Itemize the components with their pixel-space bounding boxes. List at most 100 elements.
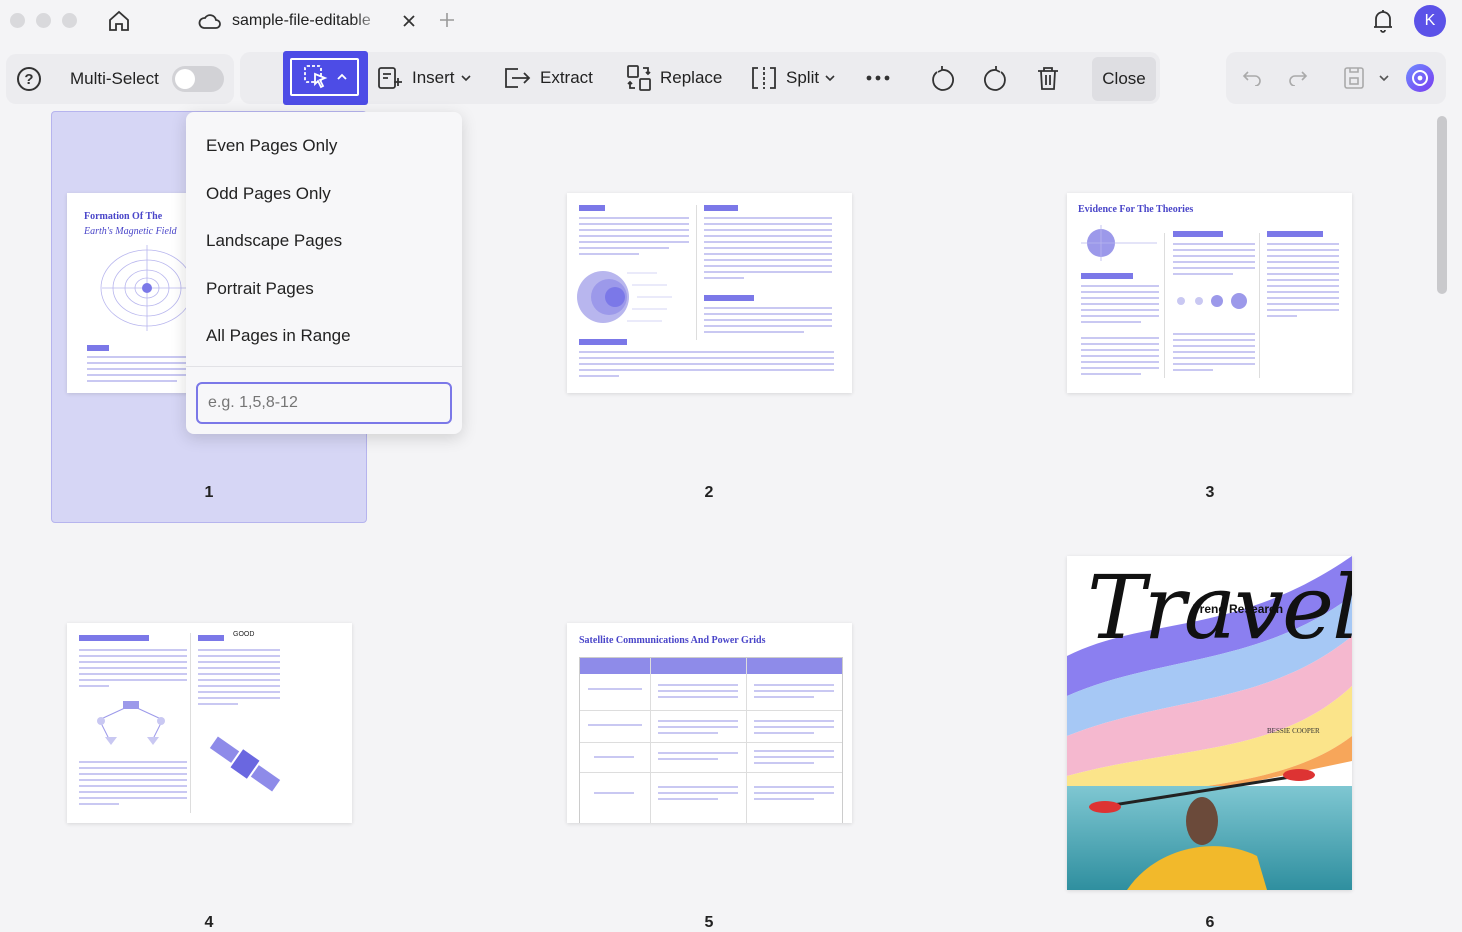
split-icon — [752, 67, 776, 89]
text-line — [1267, 309, 1339, 311]
close-button[interactable]: Close — [1092, 57, 1156, 101]
text-line — [704, 241, 832, 243]
text-line — [754, 696, 814, 698]
home-button[interactable] — [104, 6, 134, 36]
text-line — [1081, 337, 1159, 339]
rotate-left-button[interactable] — [926, 62, 958, 94]
help-button[interactable]: ? — [17, 67, 41, 91]
text-line — [1081, 361, 1159, 363]
text-line — [579, 217, 689, 219]
text-line — [754, 726, 834, 728]
text-line — [1173, 351, 1255, 353]
text-line — [594, 792, 634, 794]
text-line — [1173, 333, 1255, 335]
extract-button[interactable]: Extract — [502, 62, 593, 94]
page-thumbnail-6[interactable]: Travel Trend Research BESSIE COOPER — [1067, 556, 1352, 890]
window-minimize-dot[interactable] — [36, 13, 51, 28]
page-thumbnail-4[interactable]: GOOD — [67, 623, 352, 823]
more-options-button[interactable] — [862, 62, 894, 94]
new-tab-button[interactable] — [436, 8, 458, 32]
section-tag — [1267, 231, 1323, 237]
text-line — [1173, 363, 1255, 365]
text-line — [1081, 309, 1159, 311]
document-tab[interactable]: sample-file-editable — [186, 4, 432, 38]
replace-button[interactable]: Replace — [626, 62, 722, 94]
scrollbar-thumb[interactable] — [1437, 116, 1447, 294]
menu-item-odd-pages[interactable]: Odd Pages Only — [206, 184, 331, 204]
undo-icon — [1242, 71, 1261, 86]
text-line — [754, 750, 834, 752]
text-line — [1267, 243, 1339, 245]
text-line — [1081, 291, 1159, 293]
text-line — [594, 756, 634, 758]
section-tag — [79, 635, 149, 641]
page-thumbnail-5[interactable]: Satellite Communications And Power Grids — [567, 623, 852, 823]
text-line — [658, 786, 738, 788]
text-line — [1267, 261, 1339, 263]
text-line — [579, 363, 834, 365]
text-line — [579, 247, 669, 249]
text-line — [658, 752, 738, 754]
text-line — [198, 697, 280, 699]
undo-button[interactable] — [1238, 64, 1266, 92]
tab-close-button[interactable] — [398, 10, 420, 32]
chevron-down-icon — [460, 75, 471, 82]
split-button[interactable]: Split — [750, 62, 835, 94]
text-line — [1173, 357, 1255, 359]
text-line — [198, 685, 280, 687]
text-line — [704, 265, 832, 267]
text-line — [1081, 315, 1159, 317]
redo-icon — [1289, 71, 1308, 86]
menu-item-even-pages[interactable]: Even Pages Only — [206, 136, 337, 156]
text-line — [1081, 367, 1159, 369]
page-thumbnail-2[interactable] — [567, 193, 852, 393]
page-1-subtitle: Earth's Magnetic Field — [84, 226, 177, 237]
chevron-down-icon — [1379, 75, 1389, 82]
page-thumbnail-3[interactable]: Evidence For The Theories — [1067, 193, 1352, 393]
text-line — [1081, 321, 1141, 323]
menu-item-portrait-pages[interactable]: Portrait Pages — [206, 279, 314, 299]
save-icon — [1344, 67, 1364, 89]
text-line — [87, 374, 187, 376]
text-line — [579, 235, 689, 237]
text-line — [658, 792, 738, 794]
plus-icon — [440, 13, 454, 27]
text-line — [87, 380, 177, 382]
menu-item-landscape-pages[interactable]: Landscape Pages — [206, 231, 342, 251]
text-line — [87, 368, 187, 370]
text-line — [704, 277, 744, 279]
window-zoom-dot[interactable] — [62, 13, 77, 28]
save-button[interactable] — [1340, 64, 1368, 92]
text-line — [1173, 273, 1233, 275]
user-avatar[interactable]: K — [1414, 5, 1446, 37]
menu-item-all-pages-in-range[interactable]: All Pages in Range — [206, 326, 351, 346]
text-line — [579, 351, 834, 353]
text-line — [704, 247, 832, 249]
select-pages-button[interactable] — [283, 51, 368, 105]
close-icon — [403, 15, 415, 27]
text-line — [79, 685, 109, 687]
notifications-button[interactable] — [1370, 7, 1396, 35]
text-line — [1173, 243, 1255, 245]
text-line — [1173, 255, 1255, 257]
more-dots-icon — [866, 75, 890, 81]
insert-button[interactable]: Insert — [376, 62, 471, 94]
text-line — [1267, 291, 1339, 293]
text-line — [658, 732, 718, 734]
rotate-right-button[interactable] — [980, 62, 1012, 94]
redo-button[interactable] — [1284, 64, 1312, 92]
text-line — [1081, 297, 1159, 299]
page-5-title: Satellite Communications And Power Grids — [579, 635, 766, 646]
text-line — [579, 229, 689, 231]
save-options-button[interactable] — [1376, 66, 1392, 90]
text-line — [1173, 339, 1255, 341]
text-line — [704, 229, 832, 231]
ai-assistant-button[interactable] — [1404, 62, 1436, 94]
text-line — [754, 792, 834, 794]
toggle-knob — [175, 69, 195, 89]
delete-button[interactable] — [1032, 62, 1064, 94]
window-close-dot[interactable] — [10, 13, 25, 28]
page-range-input[interactable] — [196, 382, 452, 424]
multi-select-toggle[interactable] — [172, 66, 224, 92]
bell-icon — [1374, 10, 1392, 33]
